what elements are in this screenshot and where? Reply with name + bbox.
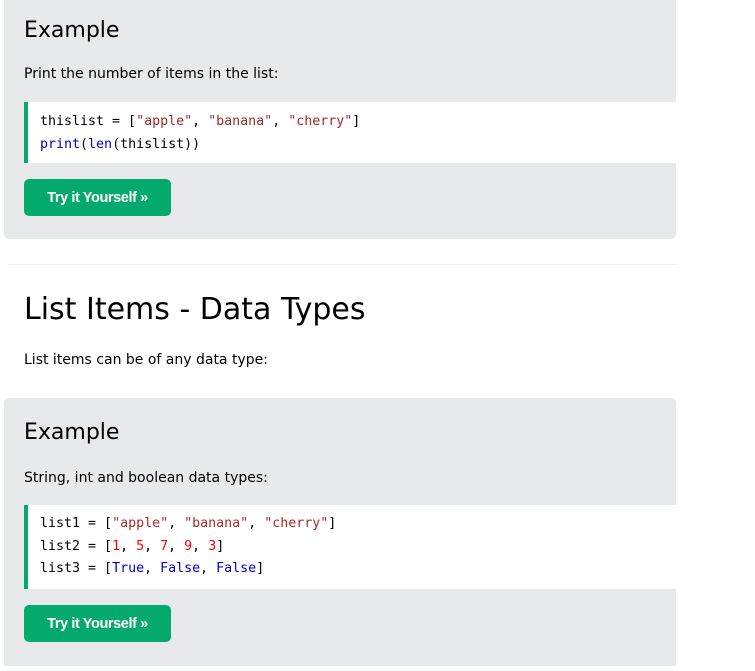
code-token: False xyxy=(160,561,201,576)
code-token: ] xyxy=(328,516,337,531)
code-line: list3 = [True, False, False] xyxy=(40,558,676,581)
code-token: "apple" xyxy=(136,114,193,129)
example-box-data-types: Example String, int and boolean data typ… xyxy=(4,398,676,666)
code-token: 5 xyxy=(136,538,145,554)
code-token: , xyxy=(168,516,185,531)
code-token: ] xyxy=(352,114,361,129)
try-it-yourself-button[interactable]: Try it Yourself » xyxy=(24,179,171,216)
code-token: , xyxy=(200,561,217,576)
code-token: , xyxy=(144,538,161,554)
code-token: thislist = [ xyxy=(40,114,137,129)
code-token: (thislist)) xyxy=(112,136,201,152)
code-token: 1 xyxy=(112,538,121,554)
code-token: True xyxy=(112,561,145,576)
section-title: List Items - Data Types xyxy=(24,292,366,327)
tutorial-page: Example Print the number of items in the… xyxy=(0,0,755,671)
example-box-list-length: Example Print the number of items in the… xyxy=(4,0,676,239)
code-token: , xyxy=(192,114,209,129)
code-token: list1 = [ xyxy=(40,516,113,531)
code-token: , xyxy=(248,516,265,531)
code-token: False xyxy=(216,561,257,576)
code-token: 9 xyxy=(184,538,193,554)
code-token: 3 xyxy=(208,538,217,554)
code-token: , xyxy=(192,538,209,554)
code-token: print xyxy=(40,136,81,152)
code-token: , xyxy=(144,561,161,576)
code-token: len xyxy=(88,136,113,152)
code-token: ] xyxy=(256,561,265,576)
code-line: list2 = [1, 5, 7, 9, 3] xyxy=(40,536,676,559)
example-description: String, int and boolean data types: xyxy=(24,470,268,486)
try-it-yourself-button[interactable]: Try it Yourself » xyxy=(24,605,171,642)
code-token: "apple" xyxy=(112,516,169,531)
code-token: ( xyxy=(80,136,89,152)
section-description: List items can be of any data type: xyxy=(24,352,268,368)
code-token: list2 = [ xyxy=(40,538,113,554)
code-line: list1 = ["apple", "banana", "cherry"] xyxy=(40,513,676,536)
code-line: print(len(thislist)) xyxy=(40,134,676,157)
code-token: , xyxy=(272,114,289,129)
code-token: , xyxy=(120,538,137,554)
code-block: list1 = ["apple", "banana", "cherry"] lis… xyxy=(24,505,676,589)
section-divider xyxy=(8,264,676,265)
code-token: , xyxy=(168,538,185,554)
code-token: "cherry" xyxy=(288,114,353,129)
example-heading: Example xyxy=(24,420,120,445)
code-token: "banana" xyxy=(184,516,249,531)
example-heading: Example xyxy=(24,18,120,43)
code-token: list3 = [ xyxy=(40,561,113,576)
code-token: "cherry" xyxy=(264,516,329,531)
code-token: 7 xyxy=(160,538,169,554)
code-token: "banana" xyxy=(208,114,273,129)
code-line: thislist = ["apple", "banana", "cherry"] xyxy=(40,111,676,134)
code-block: thislist = ["apple", "banana", "cherry"]… xyxy=(24,102,676,163)
code-token: ] xyxy=(216,538,225,554)
example-description: Print the number of items in the list: xyxy=(24,66,279,82)
